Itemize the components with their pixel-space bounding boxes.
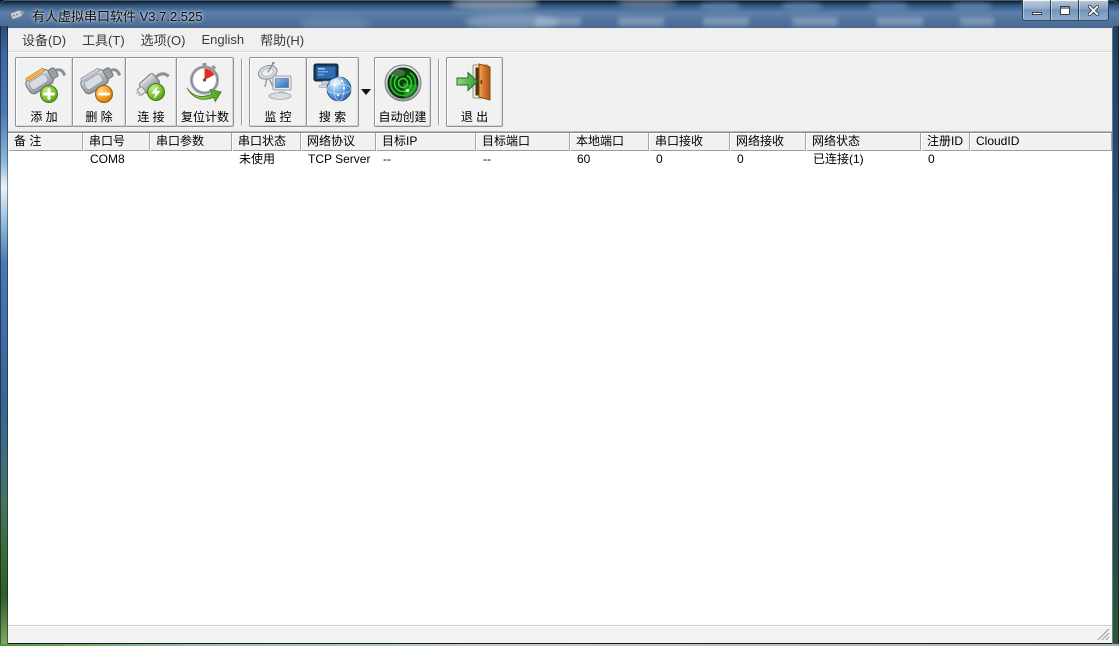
column-header-net-protocol[interactable]: 网络协议 <box>301 133 376 151</box>
menu-device[interactable]: 设备(D) <box>14 27 74 52</box>
add-serial-icon <box>22 58 66 110</box>
titlebar[interactable]: 有人虚拟串口软件 V3.7.2.525 <box>0 0 1119 28</box>
toolbar-label: 监 控 <box>264 110 291 125</box>
column-header-local-port[interactable]: 本地端口 <box>570 133 649 151</box>
cell-com-port: COM8 <box>83 151 150 168</box>
minimize-button[interactable] <box>1022 0 1051 21</box>
minimize-icon <box>1032 12 1042 15</box>
column-header-target-ip[interactable]: 目标IP <box>376 133 476 151</box>
glass-reflection <box>877 17 923 26</box>
glass-reflection <box>792 17 838 26</box>
statusbar <box>8 625 1112 643</box>
column-header-cloud-id[interactable]: CloudID <box>970 133 1112 151</box>
glass-reflection <box>782 2 822 10</box>
list-header: 备 注 串口号 串口参数 串口状态 网络协议 目标IP 目标端口 本地端口 串口… <box>8 133 1112 151</box>
toolbar-separator <box>241 59 243 125</box>
menu-english[interactable]: English <box>193 29 252 50</box>
exit-door-icon <box>453 58 497 110</box>
glass-reflection <box>960 17 994 26</box>
cell-serial-status: 未使用 <box>232 151 301 168</box>
cell-target-port: -- <box>476 151 570 168</box>
toolbar: 添 加 <box>8 52 1112 132</box>
window-frame-left <box>0 26 8 646</box>
glass-reflection <box>952 2 992 10</box>
glass-reflection <box>703 17 749 26</box>
cell-serial-rx: 0 <box>649 151 730 168</box>
cell-serial-params <box>150 151 232 168</box>
toolbar-label: 连 接 <box>137 110 164 125</box>
close-button[interactable] <box>1078 0 1109 21</box>
menu-tools[interactable]: 工具(T) <box>74 27 133 52</box>
search-dropdown-arrow[interactable] <box>358 57 374 127</box>
auto-create-button[interactable]: 自动创建 <box>374 57 431 127</box>
cell-local-port: 60 <box>570 151 649 168</box>
port-list: 备 注 串口号 串口参数 串口状态 网络协议 目标IP 目标端口 本地端口 串口… <box>8 132 1112 625</box>
chevron-down-icon <box>361 89 371 95</box>
connect-button[interactable]: 连 接 <box>125 57 177 127</box>
add-button[interactable]: 添 加 <box>15 57 73 127</box>
column-header-serial-rx[interactable]: 串口接收 <box>649 133 730 151</box>
window-controls <box>1023 0 1109 21</box>
glass-reflection <box>868 2 908 10</box>
serial-connector-icon[interactable] <box>9 7 26 22</box>
search-button[interactable]: 搜 索 <box>306 57 359 127</box>
window-title: 有人虚拟串口软件 V3.7.2.525 <box>32 6 203 25</box>
toolbar-label: 删 除 <box>85 110 112 125</box>
cell-remark <box>8 151 83 168</box>
window-frame-right <box>1112 26 1119 646</box>
toolbar-label: 添 加 <box>30 110 57 125</box>
column-header-remark[interactable]: 备 注 <box>8 133 83 151</box>
exit-button[interactable]: 退 出 <box>446 57 503 127</box>
column-header-target-port[interactable]: 目标端口 <box>476 133 570 151</box>
monitor-icon <box>255 58 301 110</box>
glass-reflection <box>700 2 740 10</box>
glass-reflection <box>466 15 558 28</box>
client-area: 设备(D) 工具(T) 选项(O) English 帮助(H) <box>8 28 1112 643</box>
connect-icon <box>130 58 172 110</box>
column-header-serial-status[interactable]: 串口状态 <box>232 133 301 151</box>
column-header-com-port[interactable]: 串口号 <box>83 133 150 151</box>
menu-options[interactable]: 选项(O) <box>133 27 194 52</box>
toolbar-label: 搜 索 <box>319 110 346 125</box>
cell-target-ip: -- <box>376 151 476 168</box>
glass-reflection <box>535 17 581 26</box>
table-row[interactable]: COM8 未使用 TCP Server -- -- 60 0 0 已连接(1) … <box>8 151 1112 168</box>
column-header-net-status[interactable]: 网络状态 <box>806 133 921 151</box>
close-icon <box>1088 5 1099 16</box>
menu-help[interactable]: 帮助(H) <box>252 27 312 52</box>
delete-serial-icon <box>77 58 121 110</box>
reset-count-button[interactable]: 复位计数 <box>176 57 234 127</box>
cell-net-rx: 0 <box>730 151 806 168</box>
monitor-button[interactable]: 监 控 <box>249 57 307 127</box>
toolbar-label: 复位计数 <box>181 110 229 125</box>
column-header-serial-params[interactable]: 串口参数 <box>150 133 232 151</box>
maximize-icon <box>1060 6 1070 15</box>
glass-reflection <box>618 17 664 26</box>
cell-net-protocol: TCP Server <box>301 151 376 168</box>
toolbar-separator <box>438 59 440 125</box>
cell-net-status: 已连接(1) <box>806 151 921 168</box>
delete-button[interactable]: 删 除 <box>72 57 126 127</box>
resize-grip-icon[interactable] <box>1097 628 1110 641</box>
search-icon <box>311 58 355 110</box>
auto-create-radar-icon <box>381 58 425 110</box>
app-window: 有人虚拟串口软件 V3.7.2.525 设备(D) 工具(T) 选项(O) <box>0 0 1119 646</box>
toolbar-label: 退 出 <box>461 110 488 125</box>
glass-reflection <box>452 0 538 9</box>
glass-reflection <box>618 0 676 7</box>
column-header-net-rx[interactable]: 网络接收 <box>730 133 806 151</box>
reset-count-icon <box>182 58 228 110</box>
toolbar-label: 自动创建 <box>378 110 426 125</box>
cell-cloud-id <box>970 151 1112 168</box>
maximize-button[interactable] <box>1050 0 1079 21</box>
menubar: 设备(D) 工具(T) 选项(O) English 帮助(H) <box>8 28 1112 52</box>
cell-reg-id: 0 <box>921 151 970 168</box>
glass-reflection <box>300 18 370 28</box>
column-header-reg-id[interactable]: 注册ID <box>921 133 970 151</box>
